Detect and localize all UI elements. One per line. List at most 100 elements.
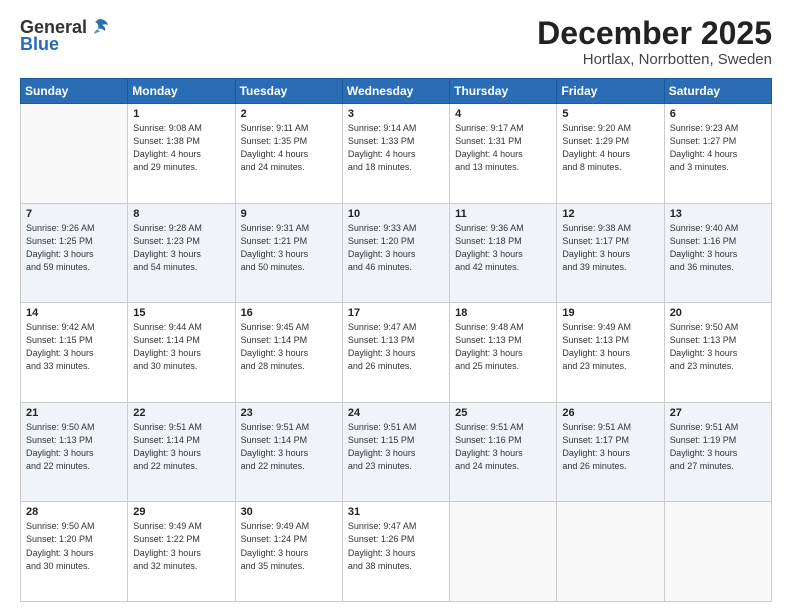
day-number: 1 xyxy=(133,108,229,120)
day-number: 3 xyxy=(348,108,444,120)
day-number: 10 xyxy=(348,208,444,220)
day-info: Sunrise: 9:44 AM Sunset: 1:14 PM Dayligh… xyxy=(133,321,229,373)
table-row: 29 Sunrise: 9:49 AM Sunset: 1:22 PM Dayli… xyxy=(128,502,235,602)
day-number: 14 xyxy=(26,307,122,319)
page: General Blue December 2025 Hortlax, Norr… xyxy=(0,0,792,612)
table-row xyxy=(664,502,771,602)
day-number: 6 xyxy=(670,108,766,120)
day-info: Sunrise: 9:51 AM Sunset: 1:17 PM Dayligh… xyxy=(562,421,658,473)
day-number: 22 xyxy=(133,407,229,419)
calendar-week-row: 28 Sunrise: 9:50 AM Sunset: 1:20 PM Dayli… xyxy=(21,502,772,602)
header-sunday: Sunday xyxy=(21,79,128,104)
day-number: 28 xyxy=(26,506,122,518)
table-row: 5Sunrise: 9:20 AM Sunset: 1:29 PM Daylig… xyxy=(557,104,664,204)
day-info: Sunrise: 9:51 AM Sunset: 1:16 PM Dayligh… xyxy=(455,421,551,473)
table-row: 9 Sunrise: 9:31 AM Sunset: 1:21 PM Daylig… xyxy=(235,203,342,303)
table-row: 24 Sunrise: 9:51 AM Sunset: 1:15 PM Dayli… xyxy=(342,402,449,502)
day-info: Sunrise: 9:45 AM Sunset: 1:14 PM Dayligh… xyxy=(241,321,337,373)
calendar-table: Sunday Monday Tuesday Wednesday Thursday… xyxy=(20,78,772,602)
calendar-week-row: 1Sunrise: 9:08 AM Sunset: 1:38 PM Daylig… xyxy=(21,104,772,204)
day-number: 15 xyxy=(133,307,229,319)
day-info: Sunrise: 9:50 AM Sunset: 1:20 PM Dayligh… xyxy=(26,520,122,572)
day-number: 2 xyxy=(241,108,337,120)
day-number: 16 xyxy=(241,307,337,319)
table-row: 10 Sunrise: 9:33 AM Sunset: 1:20 PM Dayli… xyxy=(342,203,449,303)
day-number: 30 xyxy=(241,506,337,518)
day-info: Sunrise: 9:11 AM Sunset: 1:35 PM Dayligh… xyxy=(241,122,337,174)
calendar-week-row: 14 Sunrise: 9:42 AM Sunset: 1:15 PM Dayli… xyxy=(21,303,772,403)
table-row: 3 Sunrise: 9:14 AM Sunset: 1:33 PM Daylig… xyxy=(342,104,449,204)
table-row: 8 Sunrise: 9:28 AM Sunset: 1:23 PM Daylig… xyxy=(128,203,235,303)
calendar-header-row: Sunday Monday Tuesday Wednesday Thursday… xyxy=(21,79,772,104)
day-number: 8 xyxy=(133,208,229,220)
table-row: 1Sunrise: 9:08 AM Sunset: 1:38 PM Daylig… xyxy=(128,104,235,204)
day-info: Sunrise: 9:28 AM Sunset: 1:23 PM Dayligh… xyxy=(133,222,229,274)
table-row: 20Sunrise: 9:50 AM Sunset: 1:13 PM Dayli… xyxy=(664,303,771,403)
day-number: 13 xyxy=(670,208,766,220)
header-tuesday: Tuesday xyxy=(235,79,342,104)
table-row: 18Sunrise: 9:48 AM Sunset: 1:13 PM Dayli… xyxy=(450,303,557,403)
day-info: Sunrise: 9:33 AM Sunset: 1:20 PM Dayligh… xyxy=(348,222,444,274)
day-number: 11 xyxy=(455,208,551,220)
day-number: 29 xyxy=(133,506,229,518)
day-number: 12 xyxy=(562,208,658,220)
day-info: Sunrise: 9:51 AM Sunset: 1:15 PM Dayligh… xyxy=(348,421,444,473)
table-row: 14 Sunrise: 9:42 AM Sunset: 1:15 PM Dayli… xyxy=(21,303,128,403)
day-number: 21 xyxy=(26,407,122,419)
table-row xyxy=(450,502,557,602)
day-info: Sunrise: 9:51 AM Sunset: 1:14 PM Dayligh… xyxy=(241,421,337,473)
day-number: 18 xyxy=(455,307,551,319)
table-row: 11Sunrise: 9:36 AM Sunset: 1:18 PM Dayli… xyxy=(450,203,557,303)
table-row: 21 Sunrise: 9:50 AM Sunset: 1:13 PM Dayli… xyxy=(21,402,128,502)
day-number: 27 xyxy=(670,407,766,419)
day-info: Sunrise: 9:40 AM Sunset: 1:16 PM Dayligh… xyxy=(670,222,766,274)
header-saturday: Saturday xyxy=(664,79,771,104)
day-number: 31 xyxy=(348,506,444,518)
day-info: Sunrise: 9:14 AM Sunset: 1:33 PM Dayligh… xyxy=(348,122,444,174)
day-number: 17 xyxy=(348,307,444,319)
header-thursday: Thursday xyxy=(450,79,557,104)
header-wednesday: Wednesday xyxy=(342,79,449,104)
day-info: Sunrise: 9:47 AM Sunset: 1:26 PM Dayligh… xyxy=(348,520,444,572)
subtitle: Hortlax, Norrbotten, Sweden xyxy=(537,51,772,68)
table-row: 6 Sunrise: 9:23 AM Sunset: 1:27 PM Daylig… xyxy=(664,104,771,204)
table-row: 25 Sunrise: 9:51 AM Sunset: 1:16 PM Dayli… xyxy=(450,402,557,502)
table-row: 17 Sunrise: 9:47 AM Sunset: 1:13 PM Dayli… xyxy=(342,303,449,403)
header-monday: Monday xyxy=(128,79,235,104)
table-row: 26 Sunrise: 9:51 AM Sunset: 1:17 PM Dayli… xyxy=(557,402,664,502)
day-info: Sunrise: 9:49 AM Sunset: 1:22 PM Dayligh… xyxy=(133,520,229,572)
table-row: 12Sunrise: 9:38 AM Sunset: 1:17 PM Dayli… xyxy=(557,203,664,303)
day-info: Sunrise: 9:51 AM Sunset: 1:19 PM Dayligh… xyxy=(670,421,766,473)
day-number: 23 xyxy=(241,407,337,419)
day-number: 9 xyxy=(241,208,337,220)
day-info: Sunrise: 9:50 AM Sunset: 1:13 PM Dayligh… xyxy=(26,421,122,473)
table-row: 22 Sunrise: 9:51 AM Sunset: 1:14 PM Dayli… xyxy=(128,402,235,502)
day-info: Sunrise: 9:47 AM Sunset: 1:13 PM Dayligh… xyxy=(348,321,444,373)
table-row: 2 Sunrise: 9:11 AM Sunset: 1:35 PM Daylig… xyxy=(235,104,342,204)
title-block: December 2025 Hortlax, Norrbotten, Swede… xyxy=(537,16,772,68)
table-row: 27 Sunrise: 9:51 AM Sunset: 1:19 PM Dayli… xyxy=(664,402,771,502)
day-number: 26 xyxy=(562,407,658,419)
main-title: December 2025 xyxy=(537,16,772,51)
logo-bird-icon xyxy=(89,16,111,38)
day-info: Sunrise: 9:49 AM Sunset: 1:24 PM Dayligh… xyxy=(241,520,337,572)
day-info: Sunrise: 9:17 AM Sunset: 1:31 PM Dayligh… xyxy=(455,122,551,174)
table-row: 15 Sunrise: 9:44 AM Sunset: 1:14 PM Dayli… xyxy=(128,303,235,403)
day-info: Sunrise: 9:51 AM Sunset: 1:14 PM Dayligh… xyxy=(133,421,229,473)
table-row: 19Sunrise: 9:49 AM Sunset: 1:13 PM Dayli… xyxy=(557,303,664,403)
day-number: 5 xyxy=(562,108,658,120)
day-number: 24 xyxy=(348,407,444,419)
table-row xyxy=(557,502,664,602)
table-row: 13 Sunrise: 9:40 AM Sunset: 1:16 PM Dayli… xyxy=(664,203,771,303)
day-number: 25 xyxy=(455,407,551,419)
logo-blue: Blue xyxy=(20,34,59,55)
day-info: Sunrise: 9:31 AM Sunset: 1:21 PM Dayligh… xyxy=(241,222,337,274)
day-number: 20 xyxy=(670,307,766,319)
day-info: Sunrise: 9:23 AM Sunset: 1:27 PM Dayligh… xyxy=(670,122,766,174)
header: General Blue December 2025 Hortlax, Norr… xyxy=(20,16,772,68)
day-number: 4 xyxy=(455,108,551,120)
day-info: Sunrise: 9:26 AM Sunset: 1:25 PM Dayligh… xyxy=(26,222,122,274)
day-info: Sunrise: 9:42 AM Sunset: 1:15 PM Dayligh… xyxy=(26,321,122,373)
table-row: 23 Sunrise: 9:51 AM Sunset: 1:14 PM Dayli… xyxy=(235,402,342,502)
table-row: 30 Sunrise: 9:49 AM Sunset: 1:24 PM Dayli… xyxy=(235,502,342,602)
